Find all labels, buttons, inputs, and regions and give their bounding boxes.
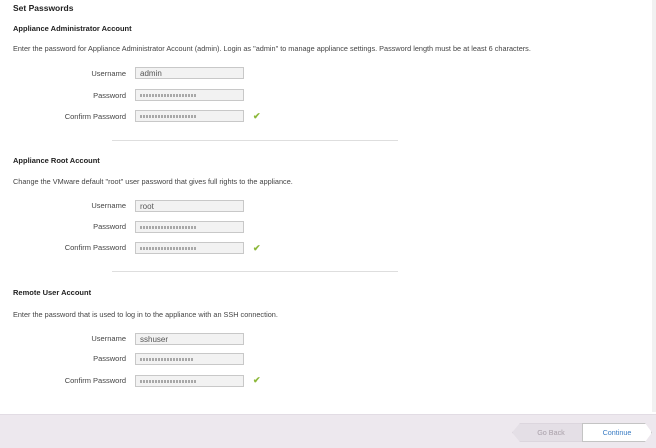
- scrollbar[interactable]: [652, 0, 656, 412]
- admin-confirm-password-field[interactable]: [135, 110, 244, 122]
- root-account-description: Change the VMware default "root" user pa…: [13, 177, 293, 186]
- root-account-title: Appliance Root Account: [13, 156, 100, 165]
- remote-password-field[interactable]: [135, 353, 244, 365]
- root-confirm-password-label: Confirm Password: [64, 243, 126, 252]
- remote-confirm-password-label: Confirm Password: [64, 376, 126, 385]
- remote-user-account-title: Remote User Account: [13, 288, 92, 297]
- remote-username-field[interactable]: sshuser: [135, 333, 244, 345]
- remote-confirm-password-field[interactable]: [135, 375, 244, 387]
- root-username-label: Username: [91, 201, 126, 210]
- root-username-field[interactable]: root: [135, 200, 244, 212]
- admin-confirm-password-label: Confirm Password: [64, 112, 126, 121]
- set-passwords-panel: Set Passwords Appliance Administrator Ac…: [0, 0, 656, 412]
- section-divider: [112, 271, 398, 272]
- remote-password-label: Password: [93, 354, 126, 363]
- section-divider: [112, 140, 398, 141]
- root-confirm-password-field[interactable]: [135, 242, 244, 254]
- wizard-footer: Go Back Continue: [0, 414, 656, 448]
- checkmark-icon: ✔: [253, 111, 261, 121]
- root-password-label: Password: [93, 222, 126, 231]
- admin-username-label: Username: [91, 69, 126, 78]
- admin-account-description: Enter the password for Appliance Adminis…: [13, 44, 531, 53]
- checkmark-icon: ✔: [253, 243, 261, 253]
- admin-username-field[interactable]: admin: [135, 67, 244, 79]
- root-password-field[interactable]: [135, 221, 244, 233]
- checkmark-icon: ✔: [253, 375, 261, 385]
- remote-user-account-description: Enter the password that is used to log i…: [13, 310, 278, 319]
- admin-password-field[interactable]: [135, 89, 244, 101]
- page-title: Set Passwords: [13, 3, 74, 13]
- continue-button[interactable]: Continue: [582, 423, 652, 442]
- admin-password-label: Password: [93, 91, 126, 100]
- remote-username-label: Username: [91, 334, 126, 343]
- admin-account-title: Appliance Administrator Account: [13, 24, 132, 33]
- go-back-button[interactable]: Go Back: [512, 423, 590, 442]
